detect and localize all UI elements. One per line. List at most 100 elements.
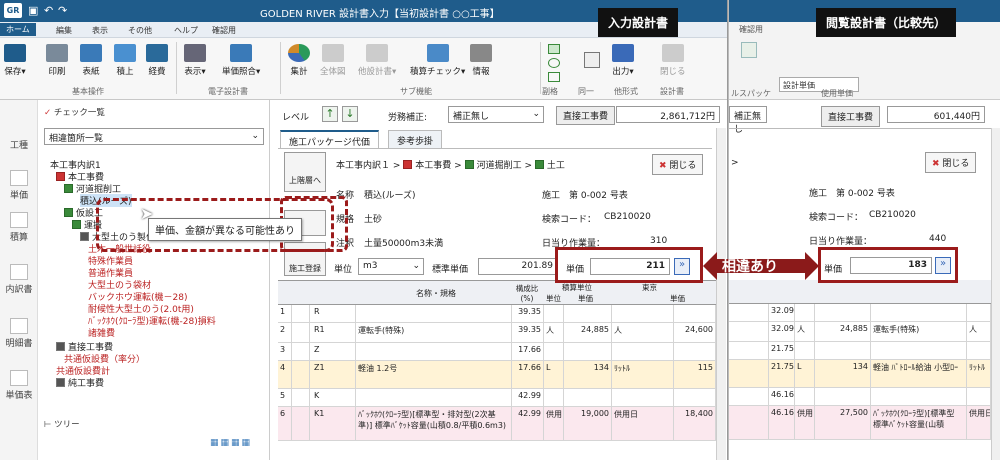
stack-button[interactable]: 積上 [114, 44, 136, 77]
table-cell [729, 304, 769, 321]
table-row[interactable]: 32.09 人 24,885 運転手(特殊) 人 [729, 322, 991, 342]
table-cell: 32.09 [769, 304, 795, 321]
menu-view[interactable]: 表示 [92, 25, 108, 36]
menu-help[interactable]: ヘルプ [174, 25, 198, 36]
difference-list-combo[interactable]: 相違箇所一覧 ⌄ [44, 128, 264, 145]
tree-node[interactable]: 純工事費 [56, 376, 104, 389]
grid-header-tokyo-price: 単価 [670, 294, 685, 303]
tab-reference[interactable]: 参考歩掛 [388, 130, 443, 148]
chevron-down-icon: ⌄ [412, 261, 420, 271]
table-cell: 3 [278, 343, 292, 360]
table-row[interactable]: 1 R 39.35 [278, 305, 716, 323]
direct-cost-value: 601,440円 [887, 106, 985, 123]
print-button[interactable]: 印刷 [46, 44, 68, 77]
panel-header: ✓ チェック一覧 [44, 108, 105, 118]
circle-icon[interactable] [548, 58, 560, 68]
arrow-down-icon[interactable]: ↓ [342, 106, 358, 122]
scrollbar[interactable] [716, 128, 726, 460]
cover-button[interactable]: 表紙 [80, 44, 102, 77]
table-row[interactable]: 6 K1 ﾊﾞｯｸﾎｳ(ｸﾛｰﾗ型)[標準型・排対型(2次基準)] 標準ﾊﾞｹｯﾄ容… [278, 407, 716, 441]
menu-other[interactable]: その他 [128, 25, 152, 36]
strip-work-type[interactable]: 工種 [4, 138, 34, 151]
menu-check[interactable]: 確認用 [212, 25, 236, 36]
close-doc-button[interactable]: 閉じる [660, 44, 686, 77]
table-row[interactable]: 2 R1 運転手(特殊) 39.35 人 24,885 人 24,600 [278, 323, 716, 343]
table-cell: ﾘｯﾄﾙ [612, 361, 674, 388]
table-cell: 17.66 [512, 361, 544, 388]
summary-button[interactable]: 集計 [288, 44, 310, 77]
table-cell [795, 304, 815, 321]
direct-cost-label: 直接工事費 [821, 106, 881, 127]
close-doc-icon [661, 44, 684, 62]
table-row[interactable]: 3 Z 17.66 [278, 343, 716, 361]
grid-icon[interactable] [548, 72, 560, 82]
ribbon-group-label: ルスパッケ [731, 89, 771, 98]
scrollbar[interactable] [991, 128, 1000, 460]
ribbon-icon[interactable] [741, 42, 757, 58]
expense-button[interactable]: 経費 [146, 44, 168, 77]
strip-unit-price[interactable]: 単価 [4, 170, 34, 201]
undo-icon[interactable]: ↶ [44, 4, 53, 17]
redo-icon[interactable]: ↷ [58, 4, 67, 17]
price-match-button[interactable]: 単価照合▾ [222, 44, 260, 77]
table-cell: 供用日 [544, 407, 564, 440]
table-row[interactable]: 46.16 [729, 388, 991, 406]
table-row[interactable]: 46.16供用日27,500ﾊﾞｯｸﾎｳ(ｸﾛｰﾗ型)[標準型 標準ﾊﾞｹｯﾄ容… [729, 406, 991, 440]
table-cell [544, 389, 564, 406]
breadcrumb-item[interactable]: 土工 [547, 161, 565, 171]
table-row[interactable]: 4 Z1 軽油 1.2号 17.66 L 134 ﾘｯﾄﾙ 115 [278, 361, 716, 389]
breadcrumb-item[interactable]: 本工事費 [415, 161, 451, 171]
save-button[interactable]: 保存▾ [4, 44, 26, 77]
window-title: GOLDEN RIVER 設計書入力【当初設計書 ○○工事】 [260, 9, 500, 20]
grid-header: 名称・規格 構成比(%) 積算単位 単価 単位 東京 単価 [278, 281, 716, 305]
tab-package-price[interactable]: 施工パッケージ代価 [280, 130, 379, 148]
grid-header-estimate-unit: 積算単位 [562, 283, 592, 292]
unit-select[interactable]: m3 ⌄ [358, 258, 424, 275]
info-button[interactable]: 情報 [470, 44, 492, 77]
other-design-button[interactable]: 他設計書▾ [358, 44, 396, 77]
table-cell: 人 [967, 322, 991, 341]
menu-edit[interactable]: 編集 [56, 25, 72, 36]
close-button[interactable]: ✖ 閉じる [925, 152, 977, 173]
overview-button[interactable]: 全体図 [320, 44, 346, 77]
table-cell [292, 361, 310, 388]
strip-breakdown[interactable]: 内訳書 [4, 264, 34, 295]
display-button[interactable]: 表示▾ [184, 44, 206, 77]
tree-toolbar-icons[interactable]: ▦▦▦▦ [210, 438, 252, 448]
table-cell: 1 [278, 305, 292, 322]
save-icon[interactable]: ▣ [28, 4, 38, 17]
breadcrumb-item[interactable]: 本工事内訳１ [336, 161, 390, 171]
sheet-number: 施工 第 0-002 号表 [542, 191, 628, 201]
price-grid: 名称・規格 構成比(%) 積算単位 単価 単位 東京 単価 1 R 39.35 2 R1… [278, 280, 716, 460]
strip-detail[interactable]: 明細書 [4, 318, 34, 349]
strip-price-table[interactable]: 単価表 [4, 370, 34, 401]
table-cell [815, 304, 871, 321]
table-row[interactable]: 5 K 42.99 [278, 389, 716, 407]
ribbon-group-format: 他形式 [614, 87, 638, 96]
comparison-tab[interactable]: 確認用 [739, 24, 763, 35]
estimate-check-button[interactable]: 積算チェック▾ [410, 44, 465, 77]
table-cell: ﾘｯﾄﾙ [967, 360, 991, 387]
table-row[interactable]: 21.75 [729, 342, 991, 360]
table-cell [564, 389, 612, 406]
tree-node[interactable]: 諸雑費 [88, 326, 115, 339]
window-icon[interactable] [584, 52, 600, 68]
labor-correction-select[interactable]: 補正無し ⌄ [448, 106, 544, 123]
strip-estimate[interactable]: 積算 [4, 212, 34, 243]
arrow-up-icon[interactable]: ↑ [322, 106, 338, 122]
menu-home[interactable]: ホーム [0, 23, 36, 36]
table-row[interactable]: 32.09 [729, 304, 991, 322]
table-row[interactable]: 21.75 L 134 軽油 ﾊﾞﾄﾛｰﾙ給油 小型ﾛｰ ﾘｯﾄﾙ [729, 360, 991, 388]
input-price-highlight [555, 247, 703, 283]
tree-footer[interactable]: ⊢ ツリー [44, 418, 80, 430]
labor-correction-value[interactable]: 補正無し [729, 106, 767, 135]
ribbon-group-electronic: 電子設計書 [208, 87, 248, 96]
breadcrumb-item[interactable]: 河道掘削工 [477, 161, 522, 171]
table-cell [795, 342, 815, 359]
spec-value: 土砂 [364, 215, 383, 225]
up-level-button[interactable]: 上階層へ [284, 152, 326, 192]
output-button[interactable]: 出力▾ [612, 44, 634, 77]
close-button[interactable]: ✖ 閉じる [652, 154, 704, 175]
same-icon[interactable] [548, 44, 560, 54]
table-cell [292, 343, 310, 360]
